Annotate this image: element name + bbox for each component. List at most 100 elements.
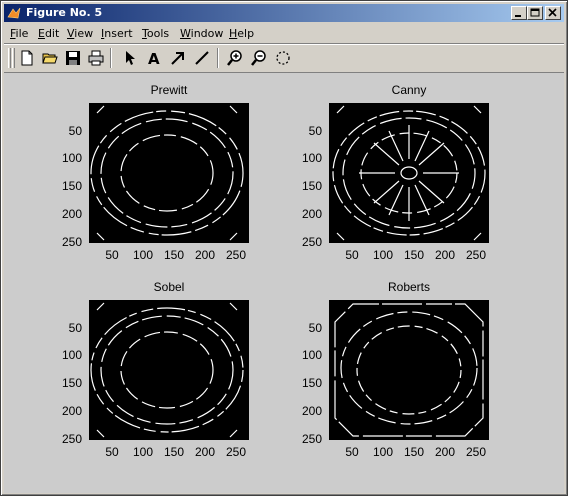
menu-window-label: indow [190, 27, 224, 40]
edge-image-prewitt [90, 105, 244, 241]
subplot-title-canny: Canny [391, 83, 427, 97]
zoom-out-button[interactable] [249, 48, 269, 68]
menu-edit[interactable]: Edit [38, 27, 59, 40]
xtick: 50 [105, 445, 119, 459]
minimize-button[interactable] [511, 6, 527, 20]
menu-file[interactable]: File [10, 27, 28, 40]
subplot-title-sobel: Sobel [153, 280, 185, 294]
menu-window-mnemonic: W [180, 27, 191, 40]
save-icon [66, 51, 80, 65]
plot-prewitt[interactable] [89, 103, 249, 243]
ytick: 150 [61, 376, 82, 390]
edge-image-sobel [90, 302, 244, 438]
xtick: 250 [225, 248, 247, 262]
xtick: 150 [403, 445, 425, 459]
ytick: 150 [301, 179, 322, 193]
ytick: 250 [301, 432, 322, 446]
print-button[interactable] [86, 48, 106, 68]
insert-line-button[interactable] [192, 48, 212, 68]
plot-roberts[interactable] [329, 300, 489, 440]
close-icon [548, 8, 557, 17]
pointer-icon [126, 51, 135, 65]
xtick: 250 [225, 445, 247, 459]
maximize-button[interactable] [527, 6, 543, 20]
ytick: 100 [301, 348, 322, 362]
xtick: 100 [132, 248, 154, 262]
new-file-icon [21, 50, 33, 66]
open-file-button[interactable] [40, 48, 60, 68]
xtick: 150 [163, 445, 185, 459]
xtick: 100 [372, 445, 394, 459]
plot-sobel[interactable] [89, 300, 249, 440]
xtick: 200 [434, 445, 456, 459]
xtick: 150 [403, 248, 425, 262]
xtick: 250 [465, 248, 487, 262]
menu-tools-label: ools [146, 27, 170, 40]
ytick: 50 [68, 124, 82, 138]
menu-file-label: ile [15, 27, 29, 40]
xtick: 50 [105, 248, 119, 262]
edge-image-canny [332, 105, 486, 241]
ytick: 250 [61, 235, 82, 249]
figure-canvas: Prewitt 50 100 150 200 250 50 100 150 20… [4, 72, 564, 493]
edge-image-roberts [334, 303, 484, 437]
toolbar-grip-2[interactable] [12, 48, 15, 68]
menu-view[interactable]: View [67, 27, 93, 40]
select-button[interactable] [120, 48, 140, 68]
menu-view-label: iew [74, 27, 94, 40]
zoom-out-icon [251, 50, 266, 66]
menu-insert-label: nsert [104, 27, 133, 40]
xtick: 200 [194, 445, 216, 459]
ytick: 200 [61, 404, 82, 418]
print-icon [88, 50, 104, 66]
xtick: 100 [132, 445, 154, 459]
xtick: 200 [194, 248, 216, 262]
ytick: 100 [61, 151, 82, 165]
ytick: 250 [61, 432, 82, 446]
open-folder-icon [42, 53, 58, 64]
text-icon: A [148, 50, 160, 66]
subplot-title-roberts: Roberts [387, 280, 431, 294]
menu-help[interactable]: Help [229, 27, 254, 40]
zoom-in-button[interactable] [225, 48, 245, 68]
xtick: 200 [434, 248, 456, 262]
ytick: 200 [61, 207, 82, 221]
plot-canny[interactable] [329, 103, 489, 243]
window-title: Figure No. 5 [26, 6, 103, 19]
save-button[interactable] [63, 48, 83, 68]
xtick: 100 [372, 248, 394, 262]
ytick: 200 [301, 404, 322, 418]
xtick: 50 [345, 248, 359, 262]
title-bar[interactable]: Figure No. 5 [4, 4, 564, 22]
ytick: 200 [301, 207, 322, 221]
line-icon [195, 51, 209, 65]
toolbar-grip[interactable] [8, 48, 11, 68]
matlab-logo-icon [7, 7, 21, 19]
insert-text-button[interactable]: A [144, 48, 164, 68]
toolbar-separator [110, 48, 112, 68]
close-button[interactable] [545, 6, 561, 20]
menu-tools[interactable]: Tools [142, 27, 169, 40]
ytick: 100 [301, 151, 322, 165]
ytick: 250 [301, 235, 322, 249]
ytick: 50 [308, 124, 322, 138]
minimize-icon [515, 15, 521, 17]
ytick: 100 [61, 348, 82, 362]
insert-arrow-button[interactable] [168, 48, 188, 68]
menu-help-label: elp [237, 27, 255, 40]
menu-insert[interactable]: Insert [101, 27, 133, 40]
menu-edit-mnemonic: E [38, 27, 45, 40]
rotate-button[interactable] [273, 48, 293, 68]
svg-text:A: A [148, 50, 160, 66]
ytick: 150 [61, 179, 82, 193]
figure-window: Figure No. 5 File Edit View Insert Tools… [0, 0, 568, 496]
ytick: 150 [301, 376, 322, 390]
menu-window[interactable]: Window [180, 27, 223, 40]
xtick: 250 [465, 445, 487, 459]
new-file-button[interactable] [17, 48, 37, 68]
ytick: 50 [68, 321, 82, 335]
xtick: 150 [163, 248, 185, 262]
toolbar: A [4, 43, 564, 72]
arrow-icon [171, 52, 184, 65]
zoom-in-icon [227, 50, 242, 66]
